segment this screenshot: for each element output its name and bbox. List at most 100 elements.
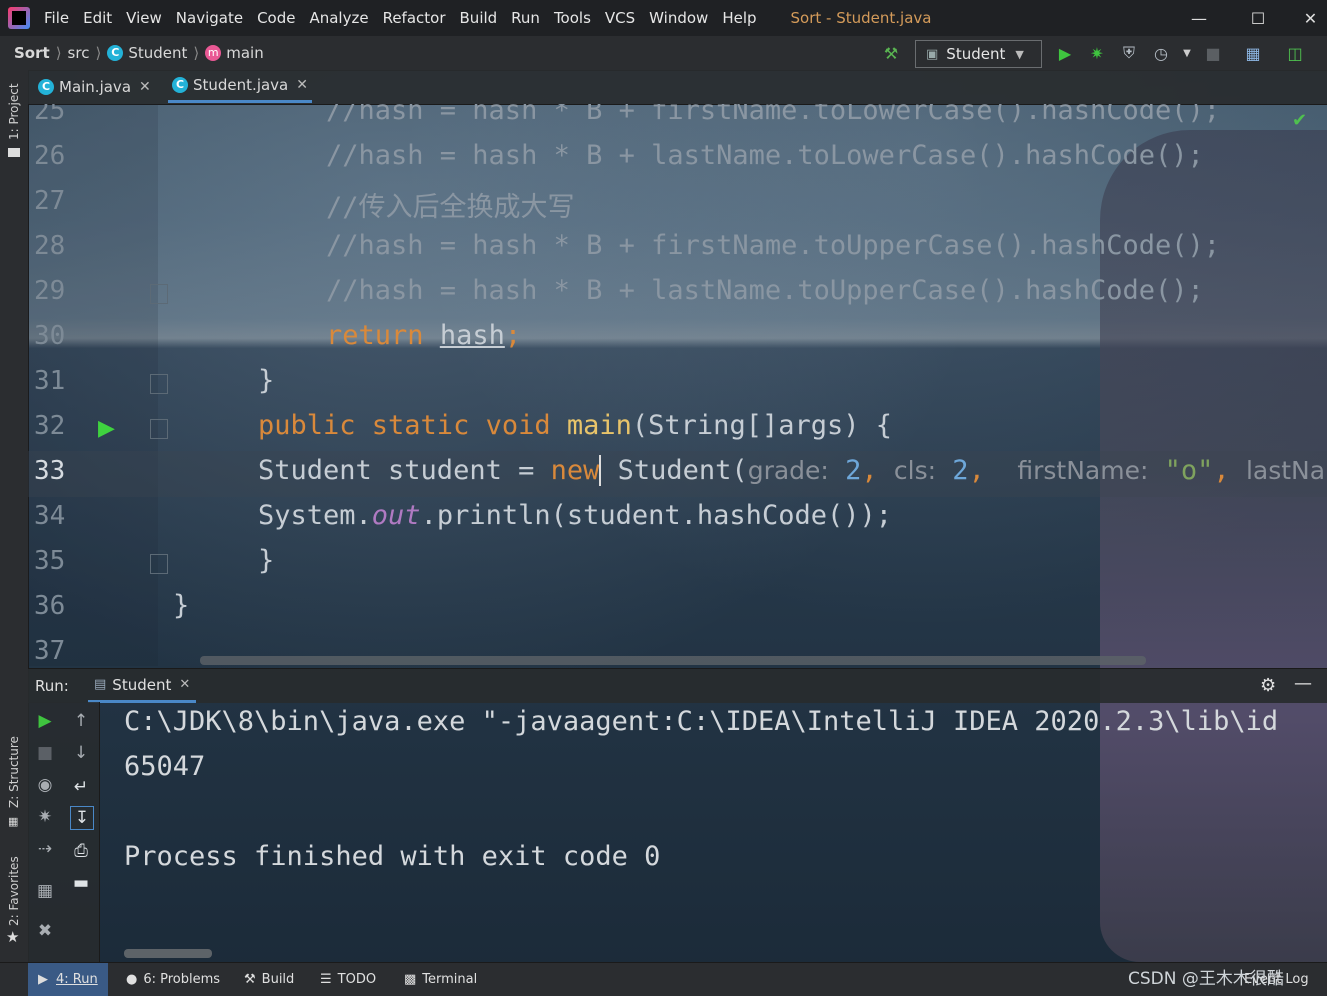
profiler-icon[interactable]: ◷ [1150,42,1172,64]
run-tool-button[interactable]: ▶ 4: Run [28,963,108,996]
problems-label: 6: Problems [143,972,221,987]
favorites-tool-button[interactable]: 2: Favorites [7,856,21,926]
line-number: 32 [34,411,66,441]
terminal-tool-button[interactable]: ▩ Terminal [404,963,477,996]
layout-icon[interactable]: ▦ [34,880,56,902]
arg-value: 2 [952,455,969,486]
arg-value: "o" [1164,455,1214,486]
tab-main-java[interactable]: C Main.java ✕ [38,70,151,103]
close-tab-icon[interactable]: ✕ [179,677,190,692]
run-icon[interactable]: ▶ [1054,42,1076,64]
code-editor[interactable]: ✔ 25 26 27 28 29 30 31 32 33 34 35 36 37… [28,104,1327,666]
presentation-icon[interactable]: ◫ [1284,42,1306,64]
maximize-icon[interactable]: ☐ [1236,0,1280,36]
class-icon: C [107,45,124,61]
todo-tool-button[interactable]: ☰ TODO [320,963,376,996]
project-tool-button[interactable]: 1: Project [7,83,21,140]
fold-marker-icon[interactable] [150,284,168,304]
keyword-modifiers: public static void [258,410,551,441]
hammer-icon: ⚒ [244,972,256,987]
run-tab-student[interactable]: ▤ Student ✕ [88,669,197,703]
close-tab-icon[interactable]: ✕ [139,79,151,95]
run-gutter-icon[interactable]: ▶ [98,416,115,441]
exit-icon[interactable]: ⇢ [34,838,56,860]
fold-marker-icon[interactable] [150,554,168,574]
menu-build[interactable]: Build [460,9,498,27]
debug-settings-icon[interactable]: ✷ [34,806,56,828]
menu-file[interactable]: File [44,9,69,27]
list-icon: ☰ [320,972,332,987]
horizontal-scrollbar[interactable] [200,656,1146,665]
run-console-output[interactable]: C:\JDK\8\bin\java.exe "-javaagent:C:\IDE… [100,702,1327,962]
method-name: main [566,410,632,441]
close-tab-icon[interactable]: ✕ [296,77,308,93]
fold-marker-icon[interactable] [150,419,168,439]
up-arrow-icon[interactable]: ↑ [70,710,92,732]
close-window-icon[interactable]: ✕ [1294,0,1327,36]
menu-navigate[interactable]: Navigate [176,9,243,27]
structure-tool-button[interactable]: Z: Structure [7,736,21,808]
line-number: 31 [34,366,66,396]
profiler-dropdown-icon[interactable]: ▼ [1176,42,1198,64]
menu-run[interactable]: Run [511,9,540,27]
build-hammer-icon[interactable]: ⚒ [880,42,902,64]
code-line-34: System.out.println(student.hashCode()); [258,500,892,531]
code-line-28: //hash = hash * B + firstName.toUpperCas… [326,230,1221,261]
fold-marker-icon[interactable] [150,374,168,394]
problems-tool-button[interactable]: ● 6: Problems [126,963,220,996]
menu-edit[interactable]: Edit [83,9,112,27]
chevron-right-icon: ⟩ [193,44,200,62]
run-toolbar-secondary: ↑ ↓ ↵ ↧ ⎙ ▬ [63,702,100,962]
menu-bar: File Edit View Navigate Code Analyze Ref… [0,0,1327,36]
soft-wrap-icon[interactable]: ↵ [70,776,92,798]
trash-icon[interactable]: ▬ [70,872,92,894]
method-icon: m [205,45,222,61]
breadcrumb-project[interactable]: Sort [14,44,50,62]
menu-vcs[interactable]: VCS [605,9,635,27]
method-params: (String[]args) { [631,410,892,441]
code-line-32: public static void main(String[]args) { [258,410,892,441]
settings-gear-icon[interactable]: ⚙ [1260,675,1276,696]
code-text: Student( [601,455,748,486]
menu-view[interactable]: View [126,9,162,27]
param-hint-grade: grade: [747,456,829,485]
down-arrow-icon[interactable]: ↓ [70,742,92,764]
stop-icon[interactable]: ■ [1202,42,1224,64]
menu-help[interactable]: Help [722,9,756,27]
hide-panel-icon[interactable]: — [1294,673,1312,694]
rerun-icon[interactable]: ▶ [34,710,56,732]
code-line-27: //传入后全换成大写 [326,192,575,223]
coverage-icon[interactable]: ⛨ [1118,42,1140,64]
editor-tabs: C Main.java ✕ C Student.java ✕ [28,70,1327,105]
code-line-31: } [258,365,275,396]
menu-tools[interactable]: Tools [554,9,591,27]
breadcrumb-class[interactable]: Student [128,44,187,62]
run-configuration-select[interactable]: ▣ Student ▼ [915,40,1042,68]
breadcrumb-method[interactable]: main [226,44,263,62]
project-structure-icon[interactable]: ▦ [1242,42,1264,64]
stop-icon[interactable]: ■ [34,742,56,764]
build-tool-button[interactable]: ⚒ Build [244,963,294,996]
menu-refactor[interactable]: Refactor [383,9,446,27]
menu-analyze[interactable]: Analyze [309,9,368,27]
pin-icon[interactable]: ✖ [34,920,56,942]
arg-value: 2 [845,455,862,486]
menu-window[interactable]: Window [649,9,708,27]
tab-student-java[interactable]: C Student.java ✕ [168,70,312,103]
run-panel-header: Run: ▤ Student ✕ ⚙ — [28,668,1327,703]
print-icon[interactable]: ⎙ [70,840,92,862]
no-problems-check-icon[interactable]: ✔ [1292,110,1307,131]
debug-bug-icon[interactable]: ✷ [1086,42,1108,64]
minimize-icon[interactable]: — [1177,0,1221,36]
class-icon: C [172,77,188,93]
line-number: 26 [34,141,66,171]
scroll-to-end-icon[interactable]: ↧ [70,806,94,830]
breadcrumb-folder[interactable]: src [68,44,90,62]
code-line-30: return hash; [326,320,522,351]
console-scrollbar[interactable] [124,949,212,958]
terminal-icon: ▩ [404,972,417,987]
camera-icon[interactable]: ◉ [34,774,56,796]
variable-hash: hash [439,320,505,351]
param-hint-cls: cls: [893,456,937,485]
menu-code[interactable]: Code [257,9,295,27]
